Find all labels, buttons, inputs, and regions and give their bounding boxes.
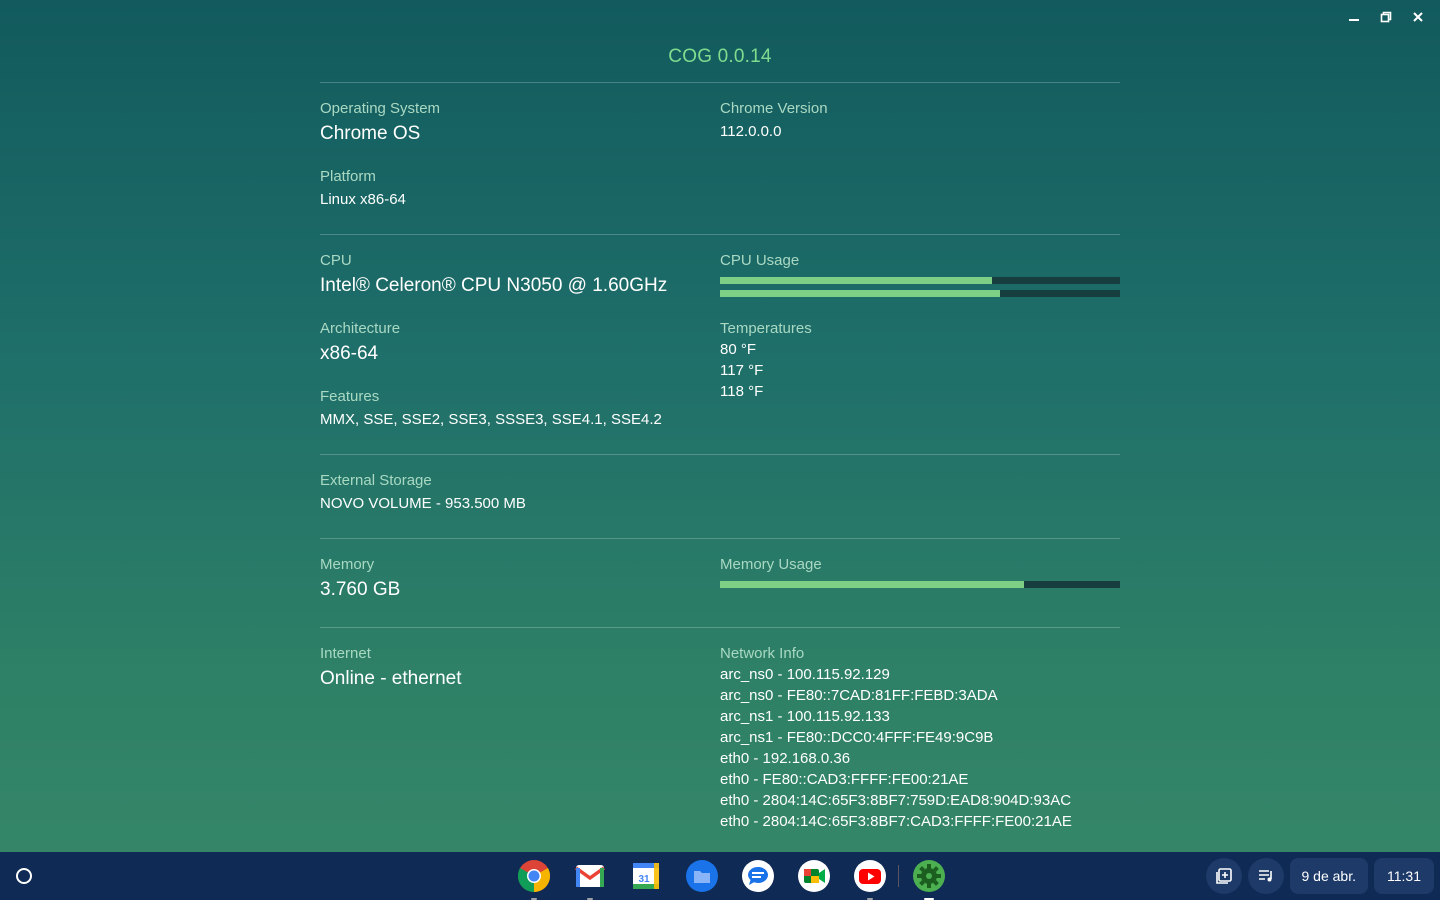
network-info-line: arc_ns0 - FE80::7CAD:81FF:FEBD:3ADA <box>720 687 998 704</box>
taskbar: 31 9 de abr. 11:31 <box>0 852 1440 900</box>
network-info-line: eth0 - 192.168.0.36 <box>720 750 851 767</box>
memory-usage-label: Memory Usage <box>720 556 822 573</box>
os-value: Chrome OS <box>320 123 421 144</box>
network-info-line: eth0 - 2804:14C:65F3:8BF7:CAD3:FFFF:FE00… <box>720 813 1072 830</box>
launcher-button[interactable] <box>6 858 42 894</box>
app-title: COG 0.0.14 <box>668 46 772 67</box>
platform-label: Platform <box>320 168 376 185</box>
holding-space-icon <box>1215 868 1232 884</box>
media-controls-button[interactable] <box>1247 858 1284 894</box>
main-content: Operating System Chrome OS Platform Linu… <box>320 82 1120 832</box>
cpu-usage-fill <box>720 290 1000 297</box>
features-value: MMX, SSE, SSE2, SSE3, SSSE3, SSE4.1, SSE… <box>320 411 662 428</box>
storage-section: External Storage NOVO VOLUME - 953.500 M… <box>320 454 1120 538</box>
window-controls <box>1338 6 1434 28</box>
chrome-version-label: Chrome Version <box>720 100 828 117</box>
memory-label: Memory <box>320 556 375 573</box>
shelf-apps: 31 <box>506 858 957 900</box>
cpu-usage-bar <box>720 277 1120 284</box>
gmail-icon[interactable] <box>572 858 608 900</box>
close-icon[interactable] <box>1402 6 1434 28</box>
memory-section: Memory 3.760 GB Memory Usage <box>320 538 1120 627</box>
svg-text:31: 31 <box>638 874 650 885</box>
network-info-label: Network Info <box>720 645 805 662</box>
features-label: Features <box>320 388 380 405</box>
cpu-value: Intel® Celeron® CPU N3050 @ 1.60GHz <box>320 275 668 296</box>
network-info-line: eth0 - 2804:14C:65F3:8BF7:759D:EAD8:904D… <box>720 792 1072 809</box>
files-icon[interactable] <box>684 858 720 894</box>
platform-value: Linux x86-64 <box>320 191 406 208</box>
time-button[interactable]: 11:31 <box>1374 858 1434 894</box>
chrome-version-value: 112.0.0.0 <box>720 123 782 140</box>
system-section: Operating System Chrome OS Platform Linu… <box>320 82 1120 234</box>
internet-value: Online - ethernet <box>320 668 462 689</box>
network-info-line: eth0 - FE80::CAD3:FFFF:FE00:21AE <box>720 771 969 788</box>
external-storage-label: External Storage <box>320 472 432 489</box>
chrome-icon[interactable] <box>516 858 552 900</box>
network-info-line: arc_ns1 - FE80::DCC0:4FFF:FE49:9C9B <box>720 729 994 746</box>
temperature-value: 80 °F <box>720 341 757 358</box>
temperature-value: 117 °F <box>720 362 764 379</box>
cpu-usage-bars <box>720 277 1120 297</box>
playlist-icon <box>1258 870 1272 882</box>
system-tray: 9 de abr. 11:31 <box>1205 858 1434 894</box>
launcher-icon <box>16 868 32 884</box>
os-label: Operating System <box>320 100 441 117</box>
cpu-label: CPU <box>320 252 352 269</box>
temperature-value: 118 °F <box>720 383 764 400</box>
external-storage-value: NOVO VOLUME - 953.500 MB <box>320 495 526 512</box>
architecture-label: Architecture <box>320 320 401 337</box>
memory-usage-fill <box>720 581 1024 588</box>
minimize-icon[interactable] <box>1338 6 1370 28</box>
messages-icon[interactable] <box>740 858 776 894</box>
restore-icon[interactable] <box>1370 6 1402 28</box>
cpu-usage-fill <box>720 277 992 284</box>
memory-value: 3.760 GB <box>320 579 401 600</box>
cpu-usage-bar <box>720 290 1120 297</box>
temperatures-label: Temperatures <box>720 320 812 337</box>
holding-space-button[interactable] <box>1205 858 1242 894</box>
internet-label: Internet <box>320 645 371 662</box>
memory-usage-bar <box>720 581 1120 588</box>
youtube-icon[interactable] <box>852 858 888 900</box>
cpu-usage-label: CPU Usage <box>720 252 800 269</box>
architecture-value: x86-64 <box>320 343 379 364</box>
shelf-separator <box>898 865 899 887</box>
network-info-line: arc_ns0 - 100.115.92.129 <box>720 666 890 683</box>
calendar-icon[interactable]: 31 <box>628 858 664 894</box>
cog-icon[interactable] <box>911 858 947 900</box>
cpu-section: CPU Intel® Celeron® CPU N3050 @ 1.60GHz … <box>320 234 1120 454</box>
network-info-line: arc_ns1 - 100.115.92.133 <box>720 708 890 725</box>
meet-icon[interactable] <box>796 858 832 894</box>
date-button[interactable]: 9 de abr. <box>1289 858 1368 894</box>
network-section: Internet Online - ethernet Network Info … <box>320 627 1120 832</box>
